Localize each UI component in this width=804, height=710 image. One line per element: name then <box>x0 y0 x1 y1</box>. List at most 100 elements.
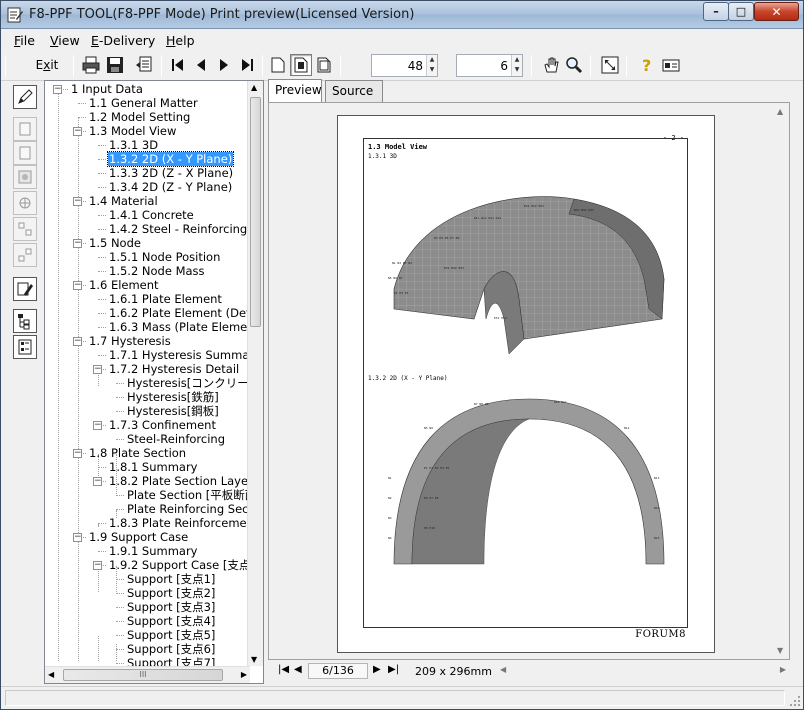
tree-item[interactable]: 1.7.2 Hysteresis Detail <box>108 362 240 376</box>
save-button[interactable] <box>104 54 126 76</box>
tree-item[interactable]: 1.3.4 2D (Z - Y Plane) <box>108 180 233 194</box>
tree-expander-icon[interactable]: − <box>73 197 82 206</box>
resize-grip-icon[interactable] <box>789 695 801 707</box>
tree-item[interactable]: 1 Input Data <box>70 82 144 96</box>
scroll-right-icon[interactable]: ▶ <box>241 670 247 679</box>
tree-collapse-button[interactable] <box>13 335 37 359</box>
menu-view[interactable]: View <box>50 33 80 48</box>
hand-tool-button[interactable] <box>540 54 562 76</box>
tree-item[interactable]: Support [支点2] <box>126 586 216 600</box>
tree-item[interactable]: Support [支点4] <box>126 614 216 628</box>
tree-item[interactable]: 1.4.1 Concrete <box>108 208 195 222</box>
next-page-button[interactable] <box>213 54 235 76</box>
menu-help[interactable]: Help <box>166 33 195 48</box>
tree-item[interactable]: 1.6.2 Plate Element (Detail) <box>108 306 250 320</box>
nav-first-icon[interactable]: |◀ <box>278 664 289 675</box>
tree-hscroll-thumb[interactable]: III <box>63 669 223 681</box>
tree-item[interactable]: 1.3 Model View <box>88 124 177 138</box>
menu-file[interactable]: File <box>14 33 35 48</box>
tree-item[interactable]: Hysteresis[鉄筋] <box>126 390 220 404</box>
viewer-vertical-scrollbar[interactable]: ▲ ▼ <box>773 103 789 659</box>
tree-item[interactable]: Plate Section [平板断面 <box>126 488 250 502</box>
page-indicator[interactable]: 6/136 <box>308 663 368 679</box>
tree-item[interactable]: 1.3.2 2D (X - Y Plane) <box>106 151 235 167</box>
tree-item[interactable]: 1.7.1 Hysteresis Summary <box>108 348 250 362</box>
tree-expander-icon[interactable]: − <box>73 337 82 346</box>
tree-item[interactable]: 1.7.3 Confinement <box>108 418 217 432</box>
viewer-horizontal-scrollbar[interactable]: ◀ ▶ <box>498 663 788 679</box>
contents-tree[interactable]: −1 Input Data 1.1 General Matter 1.2 Model… <box>44 80 264 684</box>
tree-item[interactable]: 1.9 Support Case <box>88 530 189 544</box>
spin-up-icon[interactable]: ▲ <box>512 55 522 65</box>
last-page-button[interactable] <box>236 54 258 76</box>
tree-item[interactable]: 1.8.2 Plate Section Layers <box>108 474 250 488</box>
page-width-button[interactable] <box>290 54 312 76</box>
zoom-spinner[interactable]: ▲▼ <box>371 54 438 77</box>
tree-expander-icon[interactable]: − <box>73 449 82 458</box>
fit-button[interactable] <box>599 54 621 76</box>
tree-view-button[interactable] <box>13 309 37 333</box>
tree-item[interactable]: Plate Reinforcing Sectio <box>126 502 250 516</box>
tree-item[interactable]: 1.5.2 Node Mass <box>108 264 206 278</box>
tree-item[interactable]: 1.8.1 Summary <box>108 460 199 474</box>
nav-prev-icon[interactable]: ◀ <box>294 664 302 675</box>
first-page-button[interactable] <box>167 54 189 76</box>
tree-item[interactable]: 1.6.3 Mass (Plate Element) <box>108 320 250 334</box>
spin-up-icon[interactable]: ▲ <box>427 55 437 65</box>
nav-last-icon[interactable]: ▶| <box>388 664 399 675</box>
license-button[interactable] <box>660 54 682 76</box>
whole-page-button[interactable] <box>313 54 335 76</box>
tree-expander-icon[interactable]: − <box>73 239 82 248</box>
tree-item[interactable]: Hysteresis[鋼板] <box>126 404 220 418</box>
tree-expander-icon[interactable]: − <box>93 477 102 486</box>
tree-item[interactable]: Hysteresis[コンクリート] <box>126 376 250 390</box>
spin-down-icon[interactable]: ▼ <box>512 65 522 75</box>
previous-page-button[interactable] <box>190 54 212 76</box>
tree-item[interactable]: 1.1 General Matter <box>88 96 199 110</box>
tree-item[interactable]: 1.9.2 Support Case [支点ケ <box>108 558 250 572</box>
tree-item[interactable]: 1.4 Material <box>88 194 159 208</box>
tree-item[interactable]: 1.7 Hysteresis <box>88 334 172 348</box>
scroll-down-icon[interactable]: ▼ <box>251 655 257 664</box>
tree-vertical-scrollbar[interactable]: ▲ ▼ <box>247 81 263 666</box>
edit-tool-button[interactable] <box>13 85 37 109</box>
tree-item[interactable]: 1.9.1 Summary <box>108 544 199 558</box>
menu-e-delivery[interactable]: E-Delivery <box>91 33 155 48</box>
tree-item[interactable]: 1.6 Element <box>88 278 160 292</box>
tree-item[interactable]: Support [支点6] <box>126 642 216 656</box>
print-button[interactable] <box>80 54 102 76</box>
scroll-down-icon[interactable]: ▼ <box>777 646 783 655</box>
settings-tool-button[interactable] <box>13 277 37 301</box>
tree-item[interactable]: 1.3.1 3D <box>108 138 159 152</box>
tree-item[interactable]: 1.5 Node <box>88 236 142 250</box>
maximize-button[interactable]: □ <box>728 2 754 21</box>
tree-item[interactable]: 1.4.2 Steel - Reinforcing <box>108 222 248 236</box>
tree-item[interactable]: 1.6.1 Plate Element <box>108 292 223 306</box>
minimize-button[interactable]: – <box>703 2 729 21</box>
tree-item[interactable]: Support [支点7] <box>126 656 216 666</box>
layout-tool-button[interactable] <box>13 217 37 241</box>
tree-item[interactable]: Support [支点3] <box>126 600 216 614</box>
pages-spinner[interactable]: ▲▼ <box>456 54 523 77</box>
scroll-left-icon[interactable]: ◀ <box>500 665 506 674</box>
scroll-right-icon[interactable]: ▶ <box>780 665 786 674</box>
tree-expander-icon[interactable]: − <box>73 127 82 136</box>
zoom-stepper[interactable]: ▲ ▼ <box>426 55 437 76</box>
tree-item[interactable]: 1.5.1 Node Position <box>108 250 221 264</box>
zoom-tool-button[interactable] <box>563 54 585 76</box>
spin-down-icon[interactable]: ▼ <box>427 65 437 75</box>
tab-source[interactable]: Source <box>325 80 383 102</box>
tree-item[interactable]: Steel-Reinforcing <box>126 432 226 446</box>
tree-expander-icon[interactable]: − <box>93 561 102 570</box>
tree-item[interactable]: 1.8 Plate Section <box>88 446 187 460</box>
tree-scroll-thumb[interactable] <box>250 97 261 327</box>
tree-item[interactable]: Support [支点1] <box>126 572 216 586</box>
tree-expander-icon[interactable]: − <box>73 281 82 290</box>
close-button[interactable]: ✕ <box>754 2 799 21</box>
scroll-up-icon[interactable]: ▲ <box>251 83 257 92</box>
tree-item[interactable]: Support [支点5] <box>126 628 216 642</box>
pages-stepper[interactable]: ▲ ▼ <box>511 55 522 76</box>
image-tool-button[interactable] <box>13 165 37 189</box>
tree-expander-icon[interactable]: − <box>53 85 62 94</box>
tree-expander-icon[interactable]: − <box>93 421 102 430</box>
